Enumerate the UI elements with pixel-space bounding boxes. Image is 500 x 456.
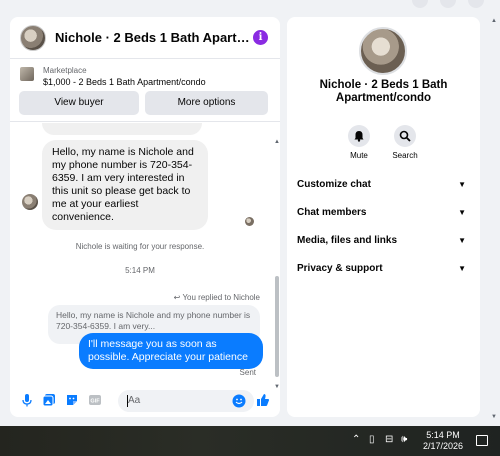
gif-icon[interactable]: GIF <box>88 393 102 407</box>
section-chat-members[interactable]: Chat members ▼ <box>297 205 470 221</box>
previous-message-bubble <box>42 123 202 135</box>
tray-chevron-icon[interactable]: ⌃ <box>352 434 360 445</box>
chevron-down-icon: ▼ <box>458 264 466 273</box>
chat-header: Nichole · 2 Beds 1 Bath Apartment/condo … <box>10 17 280 59</box>
thumbs-up-icon[interactable] <box>256 393 270 407</box>
reply-arrow-icon: ↩ <box>173 293 181 302</box>
chevron-down-icon: ▼ <box>458 236 466 245</box>
message-list: Hello, my name is Nichole and my phone n… <box>10 123 280 385</box>
top-strip <box>0 0 500 10</box>
volume-icon[interactable]: 🕪 <box>401 434 407 445</box>
search-label: Search <box>392 151 418 160</box>
info-icon[interactable]: i <box>253 30 268 45</box>
reply-label: You replied to Nichole <box>182 293 260 302</box>
outgoing-message[interactable]: I'll message you as soon as possible. Ap… <box>79 333 263 369</box>
chevron-down-icon: ▼ <box>458 180 466 189</box>
mute-label: Mute <box>350 151 368 160</box>
listing-description[interactable]: $1,000 - 2 Beds 1 Bath Apartment/condo <box>43 77 206 87</box>
scroll-up-arrow-icon[interactable]: ▲ <box>491 18 497 24</box>
avatar[interactable] <box>20 24 46 51</box>
search-action[interactable]: Search <box>380 125 430 160</box>
waiting-notice: Nichole is waiting for your response. <box>75 242 205 251</box>
read-receipt-avatar <box>245 217 254 226</box>
bell-icon <box>354 131 364 142</box>
chat-panel: Nichole · 2 Beds 1 Bath Apartment/condo … <box>10 17 280 417</box>
reply-indicator: ↩ You replied to Nichole <box>174 293 260 302</box>
scroll-down-arrow-icon[interactable]: ▼ <box>491 414 497 420</box>
timestamp: 5:14 PM <box>125 266 155 275</box>
taskbar: ⌃ ▯ ⊟ 🕪 5:14 PM 2/17/2026 <box>0 426 500 456</box>
text-caret <box>127 395 128 407</box>
profile-avatar[interactable] <box>359 27 407 75</box>
section-customize-chat[interactable]: Customize chat ▼ <box>297 177 470 193</box>
scroll-thumb[interactable] <box>275 276 279 377</box>
search-icon <box>399 130 411 142</box>
chat-title[interactable]: Nichole · 2 Beds 1 Bath Apartment/condo <box>55 30 255 45</box>
section-label: Chat members <box>297 207 367 218</box>
window-control[interactable] <box>468 0 484 8</box>
sticker-icon[interactable] <box>65 393 79 407</box>
message-input[interactable]: Aa <box>118 390 254 412</box>
marketplace-bar: Marketplace $1,000 - 2 Beds 1 Bath Apart… <box>10 60 280 122</box>
section-media-files-links[interactable]: Media, files and links ▼ <box>297 233 470 249</box>
sent-status: Sent <box>239 368 256 377</box>
scroll-up-arrow-icon[interactable]: ▲ <box>274 139 280 145</box>
section-privacy-support[interactable]: Privacy & support ▼ <box>297 261 470 277</box>
more-options-button[interactable]: More options <box>145 91 268 115</box>
page-scrollbar[interactable]: ▲ ▼ <box>490 18 500 422</box>
section-label: Media, files and links <box>297 235 398 246</box>
clock-date: 2/17/2026 <box>422 441 464 451</box>
window-control[interactable] <box>440 0 456 8</box>
section-label: Customize chat <box>297 179 371 190</box>
section-label: Privacy & support <box>297 263 383 274</box>
emoji-icon[interactable] <box>232 394 246 408</box>
image-icon[interactable] <box>42 393 56 407</box>
view-buyer-button[interactable]: View buyer <box>19 91 139 115</box>
marketplace-label: Marketplace <box>43 66 87 75</box>
chat-scrollbar[interactable]: ▲ ▼ <box>274 139 280 391</box>
battery-icon[interactable]: ▯ <box>369 434 375 445</box>
listing-thumbnail[interactable] <box>20 67 34 81</box>
notifications-icon[interactable] <box>476 435 488 446</box>
mute-action[interactable]: Mute <box>334 125 384 160</box>
input-placeholder: Aa <box>128 395 141 406</box>
gif-label: GIF <box>90 399 100 405</box>
chat-info-panel: Nichole · 2 Beds 1 Bath Apartment/condo … <box>287 17 480 417</box>
profile-name[interactable]: Nichole · 2 Beds 1 Bath Apartment/condo <box>287 79 480 105</box>
microphone-icon[interactable] <box>20 393 34 407</box>
taskbar-clock[interactable]: 5:14 PM 2/17/2026 <box>416 430 470 452</box>
window-control[interactable] <box>412 0 428 8</box>
clock-time: 5:14 PM <box>426 430 460 440</box>
chevron-down-icon: ▼ <box>458 208 466 217</box>
network-icon[interactable]: ⊟ <box>385 434 393 445</box>
sender-avatar[interactable] <box>22 194 38 210</box>
incoming-message[interactable]: Hello, my name is Nichole and my phone n… <box>42 140 208 230</box>
composer: GIF Aa <box>10 385 280 417</box>
